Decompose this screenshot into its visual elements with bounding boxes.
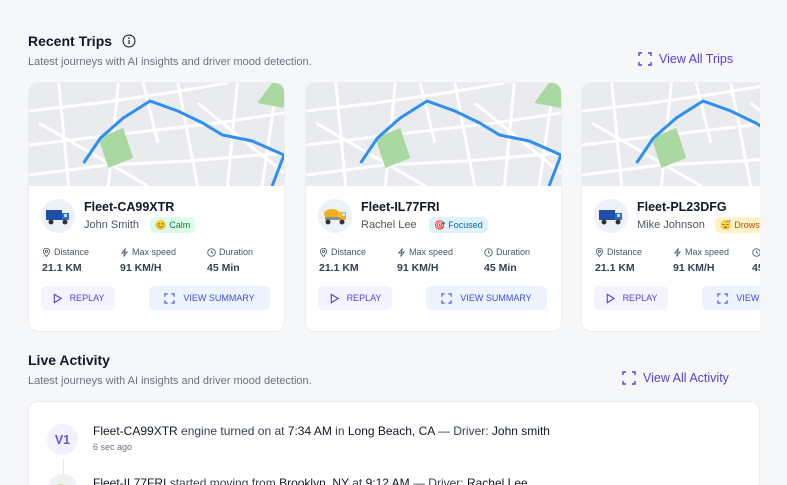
replay-button[interactable]: REPLAY xyxy=(41,286,115,310)
mood-badge: 🎯 Focused xyxy=(429,217,488,233)
trip-card: Fleet-PL23DFG Mike Johnson 😴 Drowsy Dist… xyxy=(581,82,760,332)
mood-emoji-icon: 🎯 xyxy=(434,219,446,230)
location-pin-icon xyxy=(595,247,604,257)
location-pin-icon xyxy=(42,247,51,257)
mood-badge: 😊 Calm xyxy=(150,217,196,233)
activity-item[interactable]: Fleet-CA99XTR engine turned on at 7:34 A… xyxy=(93,424,550,438)
driver-name: Mike Johnson xyxy=(637,219,705,231)
fleet-name: Fleet-IL77FRI xyxy=(361,200,440,214)
mood-label: Calm xyxy=(169,220,191,230)
mixer-truck-icon xyxy=(318,199,352,233)
mixer-truck-icon xyxy=(47,474,78,485)
view-summary-button[interactable]: VIEW SUMMARY xyxy=(702,286,760,310)
max-speed-stat: Max speed 91 KM/H xyxy=(673,247,730,274)
activity-timestamp: 6 sec ago xyxy=(93,442,133,452)
lightning-icon xyxy=(397,247,406,257)
replay-button[interactable]: REPLAY xyxy=(318,286,392,310)
play-icon xyxy=(330,292,339,304)
fleet-name: Fleet-CA99XTR xyxy=(84,200,175,214)
view-all-trips-link[interactable]: View All Trips xyxy=(638,52,733,66)
mood-label: Focused xyxy=(448,220,483,230)
trip-route-map[interactable] xyxy=(306,83,561,186)
fleet-name: Fleet-PL23DFG xyxy=(637,200,727,214)
max-speed-value: 91 KM/H xyxy=(673,262,715,274)
duration-value: 45 Min xyxy=(207,262,240,274)
max-speed-stat: Max speed 91 KM/H xyxy=(397,247,454,274)
trip-route-map[interactable] xyxy=(29,83,284,186)
expand-icon xyxy=(717,292,728,304)
lightning-icon xyxy=(673,247,682,257)
truck-icon xyxy=(41,199,75,233)
trip-card: Fleet-IL77FRI Rachel Lee 🎯 Focused Dista… xyxy=(305,82,562,332)
activity-item[interactable]: Fleet-IL77FRI started moving from Brookl… xyxy=(93,476,528,485)
max-speed-value: 91 KM/H xyxy=(397,262,439,274)
expand-icon xyxy=(164,292,175,304)
duration-value: 45 Min xyxy=(752,262,760,274)
duration-stat: Duration 45 Min xyxy=(207,247,254,274)
trip-route-map[interactable] xyxy=(582,83,760,186)
clock-icon xyxy=(207,247,216,257)
duration-stat: Duration 45 Min xyxy=(484,247,531,274)
distance-value: 21.1 KM xyxy=(42,262,82,274)
view-all-activity-label: View All Activity xyxy=(643,371,729,385)
clock-icon xyxy=(484,247,493,257)
recent-trips-subtitle: Latest journeys with AI insights and dri… xyxy=(28,56,312,68)
activity-feed: V1 Fleet-CA99XTR engine turned on at 7:3… xyxy=(28,401,760,485)
duration-stat: Duration 45 Min xyxy=(752,247,760,274)
trip-card: Fleet-CA99XTR John Smith 😊 Calm Distance… xyxy=(28,82,285,332)
trip-cards-carousel[interactable]: Fleet-CA99XTR John Smith 😊 Calm Distance… xyxy=(28,82,760,332)
driver-name: Rachel Lee xyxy=(361,219,417,231)
distance-value: 21.1 KM xyxy=(595,262,635,274)
distance-value: 21.1 KM xyxy=(319,262,359,274)
mood-label: Drowsy xyxy=(734,220,760,230)
max-speed-stat: Max speed 91 KM/H xyxy=(120,247,177,274)
distance-stat: Distance 21.1 KM xyxy=(319,247,367,274)
mood-emoji-icon: 😊 xyxy=(155,219,167,230)
clock-icon xyxy=(752,247,760,257)
max-speed-value: 91 KM/H xyxy=(120,262,162,274)
view-all-trips-label: View All Trips xyxy=(659,52,734,66)
replay-button[interactable]: REPLAY xyxy=(594,286,668,310)
driver-name: John Smith xyxy=(84,219,140,231)
expand-icon xyxy=(638,52,652,66)
live-activity-subtitle: Latest journeys with AI insights and dri… xyxy=(28,375,312,387)
view-summary-button[interactable]: VIEW SUMMARY xyxy=(149,286,270,310)
play-icon xyxy=(606,292,615,304)
play-icon xyxy=(53,292,62,304)
lightning-icon xyxy=(120,247,129,257)
mood-emoji-icon: 😴 xyxy=(720,219,732,230)
recent-trips-title: Recent Trips xyxy=(28,33,113,49)
distance-stat: Distance 21.1 KM xyxy=(42,247,90,274)
location-pin-icon xyxy=(319,247,328,257)
vehicle-avatar: V1 xyxy=(47,424,78,455)
info-icon[interactable] xyxy=(122,34,136,48)
expand-icon xyxy=(441,292,452,304)
live-activity-title: Live Activity xyxy=(28,352,110,368)
duration-value: 45 Min xyxy=(484,262,517,274)
truck-icon xyxy=(594,199,628,233)
distance-stat: Distance 21.1 KM xyxy=(595,247,643,274)
mood-badge: 😴 Drowsy xyxy=(715,217,760,233)
expand-icon xyxy=(622,371,636,385)
view-all-activity-link[interactable]: View All Activity xyxy=(622,371,729,385)
view-summary-button[interactable]: VIEW SUMMARY xyxy=(426,286,547,310)
